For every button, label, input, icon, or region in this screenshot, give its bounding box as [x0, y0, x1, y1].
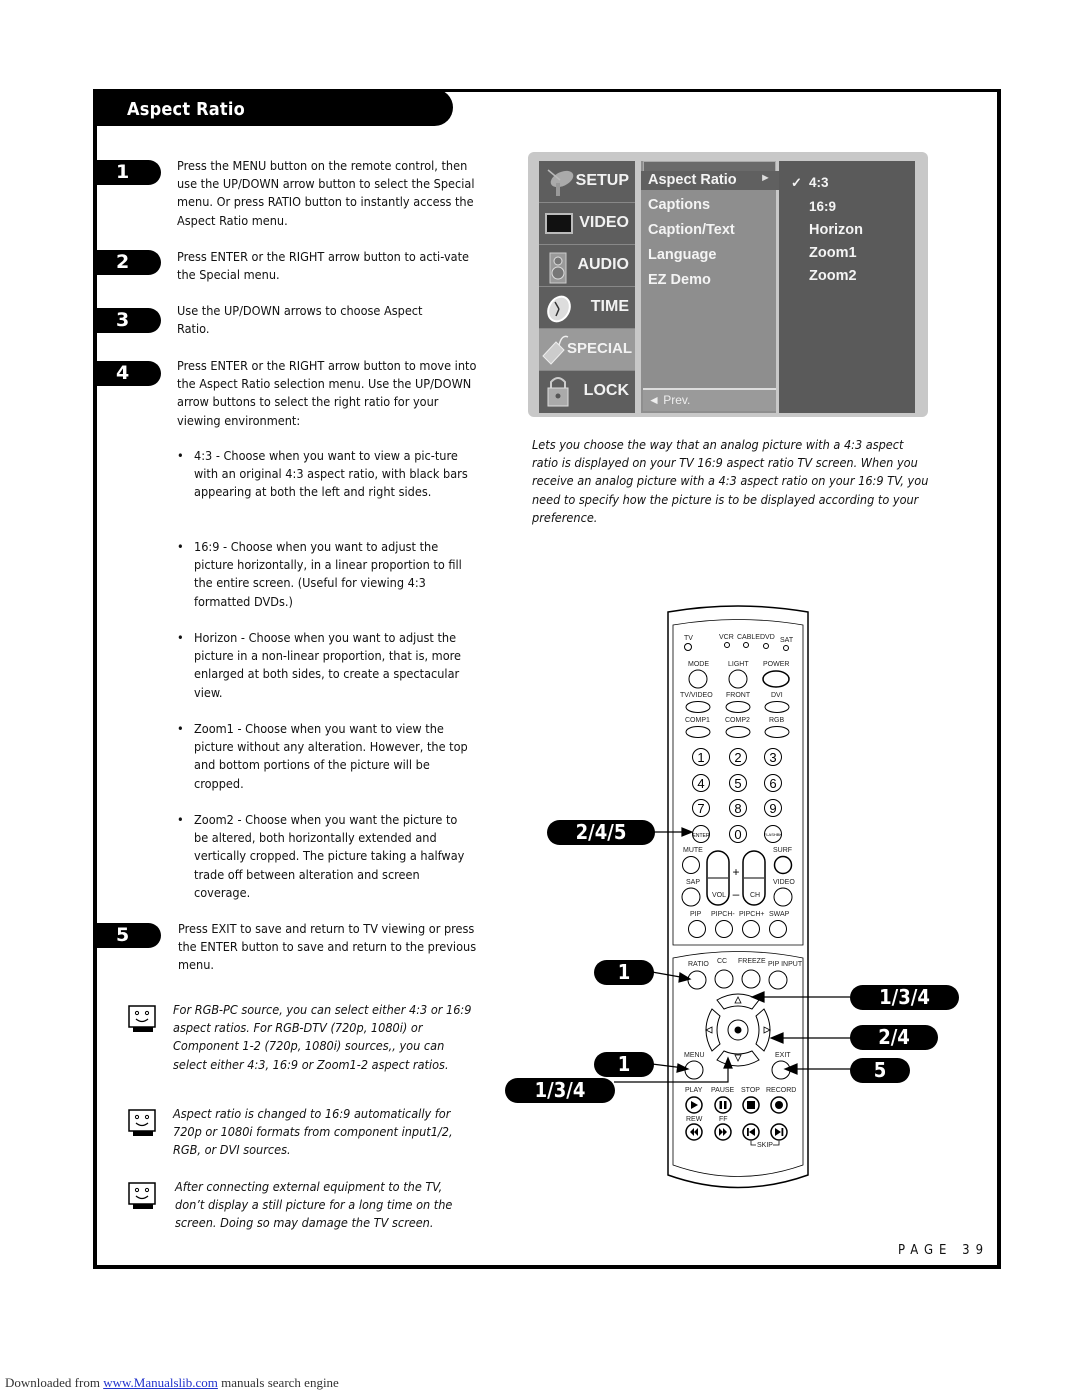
exit-label: EXIT — [775, 1052, 791, 1059]
front-button-label[interactable]: FRONT — [726, 692, 751, 699]
pip-input-label: PIP INPUT — [768, 961, 803, 968]
play-label: PLAY — [685, 1087, 703, 1094]
mode-label-dvd: DVD — [760, 634, 775, 641]
sap-label: SAP — [686, 879, 700, 886]
digit-9-label: 9 — [769, 801, 776, 816]
callout-menu-step: 1 — [594, 1052, 654, 1077]
power-button-label[interactable]: POWER — [763, 661, 789, 668]
digit-2-label: 2 — [734, 750, 741, 765]
digit-4-label: 4 — [697, 776, 704, 791]
pipch-plus-label: PIPCH+ — [739, 911, 764, 918]
stop-label: STOP — [741, 1087, 760, 1094]
pause-label: PAUSE — [711, 1087, 735, 1094]
digit-1-label: 1 — [697, 750, 704, 765]
callout-exit-step: 5 — [850, 1058, 910, 1083]
digit-7-label: 7 — [697, 801, 704, 816]
digit-3-label: 3 — [769, 750, 776, 765]
surf-label: SURF — [773, 847, 792, 854]
pause-icon — [719, 1101, 722, 1109]
flashback-label: FLASHBK — [764, 832, 783, 837]
pip-label: PIP — [690, 911, 702, 918]
mute-label: MUTE — [683, 847, 703, 854]
ratio-label: RATIO — [688, 961, 709, 968]
digit-5-label: 5 — [734, 776, 741, 791]
stop-icon — [747, 1101, 755, 1109]
comp2-button-label[interactable]: COMP2 — [725, 717, 750, 724]
plus-label: + — [732, 865, 739, 879]
remote-control-diagram: TV VCR CABLE DVD SAT MODE LIGHT POWER TV… — [614, 605, 852, 1189]
record-icon — [775, 1101, 783, 1109]
callout-up-steps: 1/3/4 — [850, 985, 959, 1010]
mode-label-sat: SAT — [780, 637, 794, 644]
callout-down-steps: 1/3/4 — [505, 1078, 615, 1103]
dvi-button-label[interactable]: DVI — [771, 692, 783, 699]
minus-label: – — [733, 887, 740, 901]
mode-button-label[interactable]: MODE — [688, 661, 709, 668]
video-label: VIDEO — [773, 879, 795, 886]
tv-video-button-label[interactable]: TV/VIDEO — [680, 692, 713, 699]
rgb-button-label[interactable]: RGB — [769, 717, 785, 724]
light-button-label[interactable]: LIGHT — [728, 661, 749, 668]
digit-0-label: 0 — [734, 827, 741, 842]
center-select-icon — [734, 1026, 742, 1034]
record-label: RECORD — [766, 1087, 796, 1094]
rew-label: REW — [686, 1116, 703, 1123]
mode-label-cable: CABLE — [737, 634, 760, 641]
digit-8-label: 8 — [734, 801, 741, 816]
callout-ratio-step: 1 — [594, 960, 654, 985]
page-number: PAGE 39 — [898, 1243, 990, 1258]
vol-label: VOL — [712, 892, 726, 899]
cc-label: CC — [717, 958, 727, 965]
menu-label: MENU — [684, 1052, 705, 1059]
swap-label: SWAP — [769, 911, 790, 918]
pipch-minus-label: PIPCH- — [711, 911, 735, 918]
manualslib-link[interactable]: www.Manualslib.com — [103, 1375, 218, 1390]
skip-back-icon — [747, 1128, 749, 1136]
mode-label-tv: TV — [684, 635, 693, 642]
enter-label: ENTER — [693, 833, 710, 839]
ff-label: FF — [719, 1116, 728, 1123]
download-footer: Downloaded from www.Manualslib.com manua… — [5, 1375, 339, 1390]
digit-6-label: 6 — [769, 776, 776, 791]
comp1-button-label[interactable]: COMP1 — [685, 717, 710, 724]
callout-right-steps: 2/4 — [850, 1025, 938, 1050]
callout-enter-steps: 2/4/5 — [547, 820, 655, 845]
freeze-label: FREEZE — [738, 958, 766, 965]
ch-label: CH — [750, 892, 760, 899]
skip-label: SKIP — [757, 1142, 773, 1149]
mode-label-vcr: VCR — [719, 634, 734, 641]
